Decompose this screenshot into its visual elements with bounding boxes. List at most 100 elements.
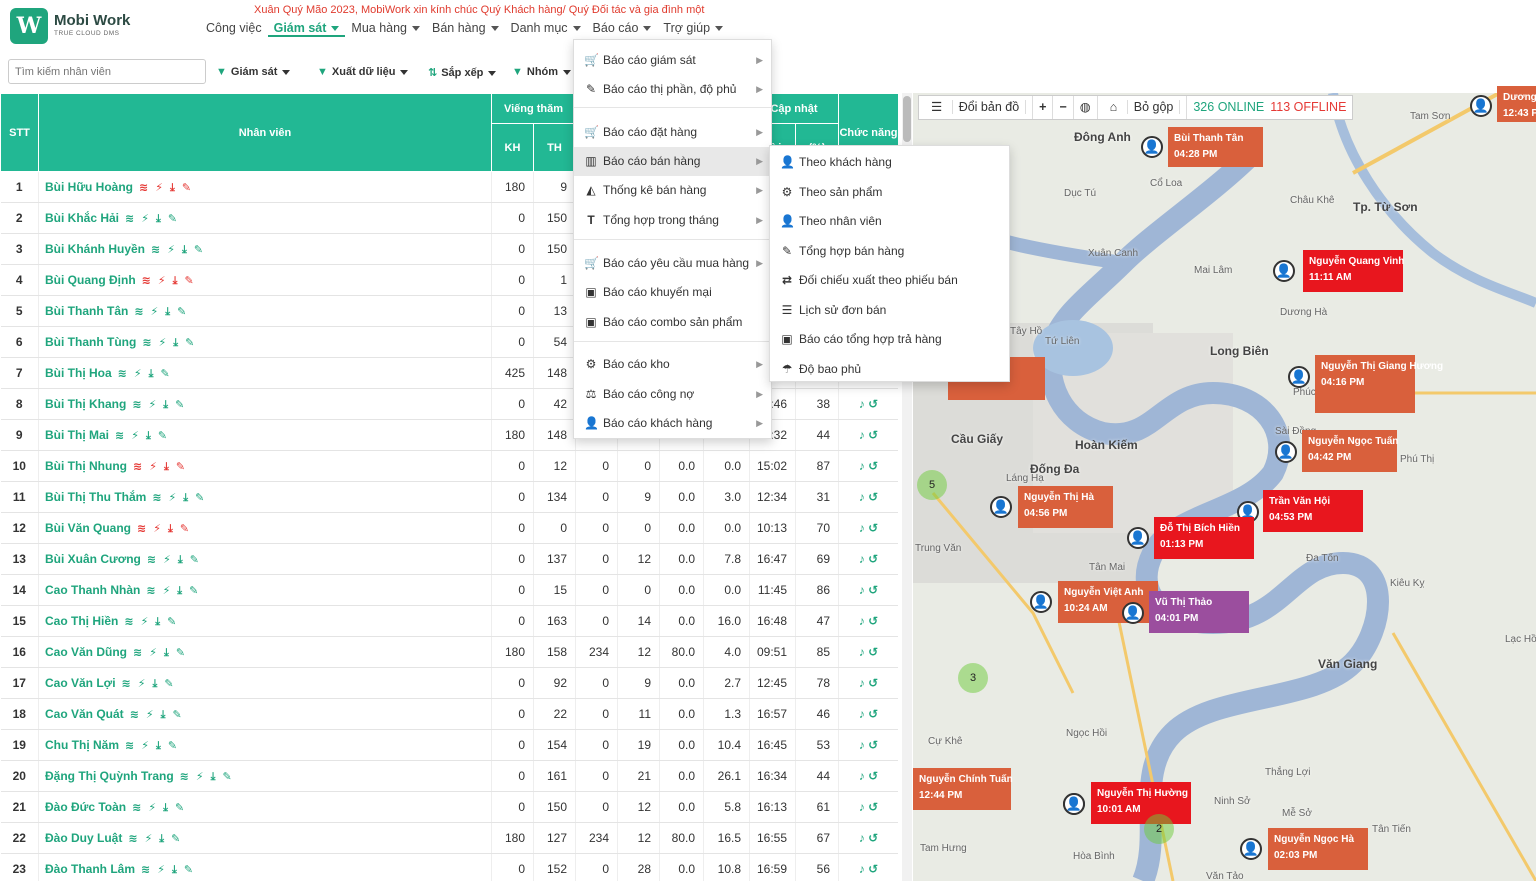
- table-scrollbar-thumb[interactable]: [903, 96, 911, 142]
- download-icon[interactable]: ⤓: [172, 864, 177, 877]
- zoom-in-button[interactable]: +: [1033, 96, 1054, 119]
- rss-icon[interactable]: ≋: [125, 212, 134, 225]
- group-dropdown[interactable]: ▼ Nhóm: [512, 66, 572, 78]
- menu-item-report[interactable]: ✎ Báo cáo thị phần, độ phủ ▶: [574, 75, 771, 104]
- plug-icon[interactable]: ⚡: [155, 181, 163, 194]
- history-icon[interactable]: ↺: [868, 738, 878, 752]
- employee-name-link[interactable]: Bùi Thị Mai: [45, 428, 109, 442]
- bell-icon[interactable]: ♪: [859, 521, 865, 535]
- history-icon[interactable]: ↺: [868, 521, 878, 535]
- employee-map-pin[interactable]: Nguyễn Chính Tuấn 12:44 PM: [913, 768, 1013, 810]
- bell-icon[interactable]: ♪: [859, 769, 865, 783]
- edit-icon[interactable]: ✎: [177, 305, 186, 318]
- menu-item-sales-report[interactable]: ✎ Tổng hợp bán hàng: [770, 237, 1009, 266]
- plug-icon[interactable]: ⚡: [169, 491, 177, 504]
- mobiwork-logo-icon[interactable]: W: [10, 8, 48, 44]
- download-icon[interactable]: ⤓: [153, 678, 158, 691]
- employee-name-link[interactable]: Bùi Xuân Cương: [45, 552, 141, 566]
- user-avatar-icon[interactable]: 👤: [1122, 602, 1144, 624]
- employee-map-pin[interactable]: Dương 12:43 PM: [1497, 86, 1536, 122]
- bell-icon[interactable]: ♪: [859, 800, 865, 814]
- employee-search-input[interactable]: [8, 59, 206, 84]
- download-icon[interactable]: ⤓: [177, 585, 182, 598]
- history-icon[interactable]: ↺: [868, 490, 878, 504]
- table-row[interactable]: 17 Cao Văn Lợi ≋ ⚡ ⤓ ✎ 0 92 0 9 0.0 2.7 12:45 78 ♪ ↺: [0, 667, 898, 699]
- download-icon[interactable]: ⤓: [164, 647, 169, 660]
- edit-icon[interactable]: ✎: [176, 646, 185, 659]
- menu-item-report[interactable]: 🛒 Báo cáo đặt hàng ▶: [574, 118, 771, 147]
- nav-item-danh-muc[interactable]: Danh mục: [505, 19, 587, 37]
- rss-icon[interactable]: ≋: [152, 491, 161, 504]
- rss-icon[interactable]: ≋: [130, 708, 139, 721]
- employee-name-link[interactable]: Bùi Thị Khang: [45, 397, 126, 411]
- rss-icon[interactable]: ≋: [142, 336, 151, 349]
- edit-icon[interactable]: ✎: [184, 863, 193, 876]
- edit-icon[interactable]: ✎: [168, 212, 177, 225]
- employee-map-pin[interactable]: Vũ Thị Thảo 04:01 PM: [1149, 591, 1249, 633]
- employee-name-link[interactable]: Bùi Quang Định: [45, 273, 136, 287]
- bell-icon[interactable]: ♪: [859, 397, 865, 411]
- plug-icon[interactable]: ⚡: [138, 677, 146, 690]
- table-row[interactable]: 15 Cao Thị Hiền ≋ ⚡ ⤓ ✎ 0 163 0 14 0.0 16.0 16:48 47 ♪…: [0, 605, 898, 637]
- table-row[interactable]: 10 Bùi Thị Nhung ≋ ⚡ ⤓ ✎ 0 12 0 0 0.0 0.0 15:02 87 ♪ ↺: [0, 450, 898, 482]
- download-icon[interactable]: ⤓: [146, 430, 151, 443]
- plug-icon[interactable]: ⚡: [148, 801, 156, 814]
- bell-icon[interactable]: ♪: [859, 738, 865, 752]
- rss-icon[interactable]: ≋: [139, 181, 148, 194]
- table-row[interactable]: 22 Đào Duy Luật ≋ ⚡ ⤓ ✎ 180 127 234 12 80.0 16.5 16:…: [0, 822, 898, 854]
- edit-icon[interactable]: ✎: [158, 429, 167, 442]
- menu-item-report[interactable]: T Tổng hợp trong tháng ▶: [574, 206, 771, 235]
- edit-icon[interactable]: ✎: [173, 708, 182, 721]
- plug-icon[interactable]: ⚡: [159, 336, 167, 349]
- employee-name-link[interactable]: Bùi Khắc Hải: [45, 211, 119, 225]
- user-avatar-icon[interactable]: 👤: [1240, 838, 1262, 860]
- sort-dropdown[interactable]: ⇅ Sắp xếp: [428, 66, 497, 79]
- employee-name-link[interactable]: Bùi Văn Quang: [45, 521, 131, 535]
- user-avatar-icon[interactable]: 👤: [1063, 793, 1085, 815]
- rss-icon[interactable]: ≋: [118, 367, 127, 380]
- download-icon[interactable]: ⤓: [211, 771, 216, 784]
- plug-icon[interactable]: ⚡: [149, 398, 157, 411]
- menu-item-report[interactable]: 👤 Báo cáo khách hàng ▶: [574, 409, 771, 438]
- header-kh[interactable]: KH: [491, 123, 534, 172]
- history-icon[interactable]: ↺: [868, 645, 878, 659]
- plug-icon[interactable]: ⚡: [163, 553, 171, 566]
- menu-item-sales-report[interactable]: ▣ Báo cáo tổng hợp trả hàng: [770, 325, 1009, 354]
- plug-icon[interactable]: ⚡: [167, 243, 175, 256]
- download-icon[interactable]: ⤓: [163, 802, 168, 815]
- header-stt[interactable]: STT: [0, 93, 39, 172]
- menu-item-report[interactable]: ⚙ Báo cáo kho ▶: [574, 350, 771, 379]
- download-icon[interactable]: ⤓: [156, 740, 161, 753]
- rss-icon[interactable]: ≋: [134, 305, 143, 318]
- table-row[interactable]: 13 Bùi Xuân Cương ≋ ⚡ ⤓ ✎ 0 137 0 12 0.0 7.8 16:47 69…: [0, 543, 898, 575]
- user-avatar-icon[interactable]: 👤: [990, 496, 1012, 518]
- employee-name-link[interactable]: Đào Duy Luật: [45, 831, 122, 845]
- rss-icon[interactable]: ≋: [122, 677, 131, 690]
- rss-icon[interactable]: ≋: [151, 243, 160, 256]
- employee-name-link[interactable]: Cao Văn Lợi: [45, 676, 116, 690]
- user-avatar-icon[interactable]: 👤: [1127, 527, 1149, 549]
- rss-icon[interactable]: ≋: [147, 553, 156, 566]
- menu-item-sales-report[interactable]: ☂ Độ bao phủ: [770, 355, 1009, 384]
- history-icon[interactable]: ↺: [868, 707, 878, 721]
- plug-icon[interactable]: ⚡: [163, 584, 171, 597]
- bell-icon[interactable]: ♪: [859, 428, 865, 442]
- employee-map-pin[interactable]: Nguyễn Ngọc Hà 02:03 PM: [1268, 828, 1368, 870]
- table-row[interactable]: 14 Cao Thanh Nhàn ≋ ⚡ ⤓ ✎ 0 15 0 0 0.0 0.0 11:45 86 ♪ …: [0, 574, 898, 606]
- user-avatar-icon[interactable]: 👤: [1273, 260, 1295, 282]
- edit-icon[interactable]: ✎: [194, 243, 203, 256]
- menu-item-report[interactable]: 🛒 Báo cáo giám sát ▶: [574, 46, 771, 75]
- bell-icon[interactable]: ♪: [859, 459, 865, 473]
- header-th[interactable]: TH: [533, 123, 576, 172]
- download-icon[interactable]: ⤓: [170, 182, 175, 195]
- edit-icon[interactable]: ✎: [168, 739, 177, 752]
- bell-icon[interactable]: ♪: [859, 490, 865, 504]
- history-icon[interactable]: ↺: [868, 397, 878, 411]
- download-icon[interactable]: ⤓: [163, 399, 168, 412]
- download-icon[interactable]: ⤓: [155, 616, 160, 629]
- bell-icon[interactable]: ♪: [859, 552, 865, 566]
- employee-name-link[interactable]: Bùi Thị Hoa: [45, 366, 112, 380]
- menu-item-report[interactable]: ▥ Báo cáo bán hàng ▶: [574, 147, 771, 176]
- edit-icon[interactable]: ✎: [171, 832, 180, 845]
- bell-icon[interactable]: ♪: [859, 707, 865, 721]
